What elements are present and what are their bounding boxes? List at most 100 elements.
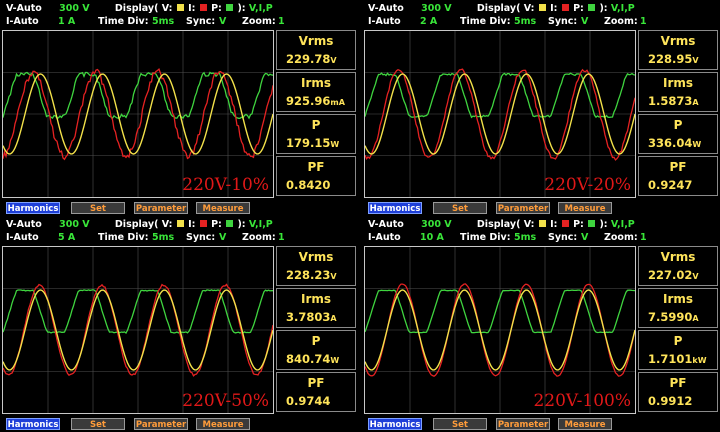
voltage-swatch bbox=[176, 4, 184, 11]
softkey-bar: Harmonics Set Parameter Measure bbox=[0, 200, 358, 216]
pf-box[interactable]: PF 0.9247 bbox=[638, 156, 718, 196]
irms-name: Irms bbox=[300, 76, 332, 90]
power-box[interactable]: P 179.15W bbox=[276, 114, 356, 154]
time-div-value[interactable]: 5ms bbox=[514, 15, 536, 29]
vrms-unit: V bbox=[692, 272, 699, 281]
zoom-value[interactable]: 1 bbox=[640, 15, 647, 29]
current-swatch bbox=[199, 220, 207, 227]
vrms-unit: V bbox=[692, 56, 699, 65]
irms-name: Irms bbox=[300, 292, 332, 306]
sync-value[interactable]: V bbox=[581, 231, 588, 245]
v-range-value[interactable]: 300 V bbox=[421, 3, 452, 14]
pf-box[interactable]: PF 0.9912 bbox=[638, 372, 718, 412]
waveform-display[interactable]: 220V-100% bbox=[364, 246, 636, 414]
power-unit: kW bbox=[692, 356, 707, 365]
time-div-label: Time Div: bbox=[98, 16, 149, 27]
waveform-display[interactable]: 220V-20% bbox=[364, 30, 636, 198]
panel-header: V-Auto 300 V Display( V: I: P: ): V,I,P … bbox=[362, 0, 720, 30]
display-channels[interactable]: V,I,P bbox=[611, 3, 635, 14]
load-condition-label: 220V-50% bbox=[182, 391, 269, 411]
time-div-value[interactable]: 5ms bbox=[152, 15, 174, 29]
measure-button[interactable]: Measure bbox=[558, 418, 612, 430]
v-range-value[interactable]: 300 V bbox=[59, 3, 90, 14]
vrms-value: 229.78 bbox=[286, 52, 331, 66]
set-button[interactable]: Set bbox=[71, 418, 125, 430]
measure-button[interactable]: Measure bbox=[196, 202, 250, 214]
power-value: 336.04 bbox=[648, 136, 693, 150]
vrms-box[interactable]: Vrms 228.95V bbox=[638, 30, 718, 70]
scope-panel: V-Auto 300 V Display( V: I: P: ): V,I,P … bbox=[362, 216, 720, 432]
irms-box[interactable]: Irms 925.96mA bbox=[276, 72, 356, 112]
load-condition-label: 220V-10% bbox=[182, 175, 269, 195]
irms-value: 3.7803 bbox=[286, 310, 331, 324]
sync-value[interactable]: V bbox=[219, 15, 226, 29]
parameter-button[interactable]: Parameter bbox=[134, 202, 188, 214]
time-div-value[interactable]: 5ms bbox=[514, 231, 536, 245]
display-label: Display( V: bbox=[476, 3, 535, 14]
i-range-value[interactable]: 1 A bbox=[58, 16, 75, 27]
vrms-box[interactable]: Vrms 229.78V bbox=[276, 30, 356, 70]
v-range-label: V-Auto bbox=[368, 3, 404, 14]
parameter-button[interactable]: Parameter bbox=[496, 418, 550, 430]
legend-close: ): bbox=[237, 219, 246, 230]
sync-value[interactable]: V bbox=[219, 231, 226, 245]
load-condition-label: 220V-100% bbox=[533, 391, 631, 411]
irms-unit: A bbox=[692, 98, 699, 107]
waveform-display[interactable]: 220V-10% bbox=[2, 30, 274, 198]
scope-panel: V-Auto 300 V Display( V: I: P: ): V,I,P … bbox=[0, 0, 358, 216]
parameter-button[interactable]: Parameter bbox=[134, 418, 188, 430]
waveform-display[interactable]: 220V-50% bbox=[2, 246, 274, 414]
scope-panel: V-Auto 300 V Display( V: I: P: ): V,I,P … bbox=[0, 216, 358, 432]
vrms-box[interactable]: Vrms 227.02V bbox=[638, 246, 718, 286]
display-label: Display( V: bbox=[114, 219, 173, 230]
zoom-value[interactable]: 1 bbox=[278, 15, 285, 29]
irms-box[interactable]: Irms 1.5873A bbox=[638, 72, 718, 112]
set-button[interactable]: Set bbox=[71, 202, 125, 214]
harmonics-button[interactable]: Harmonics bbox=[368, 418, 422, 430]
harmonics-button[interactable]: Harmonics bbox=[368, 202, 422, 214]
display-channels[interactable]: V,I,P bbox=[249, 219, 273, 230]
zoom-value[interactable]: 1 bbox=[278, 231, 285, 245]
display-channels[interactable]: V,I,P bbox=[611, 219, 635, 230]
zoom-label: Zoom: bbox=[604, 232, 638, 243]
sync-label: Sync: bbox=[186, 16, 216, 27]
v-range-value[interactable]: 300 V bbox=[59, 219, 90, 230]
power-value: 840.74 bbox=[286, 352, 331, 366]
irms-box[interactable]: Irms 7.5990A bbox=[638, 288, 718, 328]
harmonics-button[interactable]: Harmonics bbox=[6, 418, 60, 430]
power-box[interactable]: P 840.74W bbox=[276, 330, 356, 370]
power-box[interactable]: P 1.7101kW bbox=[638, 330, 718, 370]
pf-value: 0.8420 bbox=[286, 178, 331, 192]
i-range-value[interactable]: 5 A bbox=[58, 232, 75, 243]
measure-button[interactable]: Measure bbox=[558, 202, 612, 214]
current-legend-label: I: bbox=[550, 219, 558, 230]
power-box[interactable]: P 336.04W bbox=[638, 114, 718, 154]
pf-box[interactable]: PF 0.9744 bbox=[276, 372, 356, 412]
v-range-value[interactable]: 300 V bbox=[421, 219, 452, 230]
pf-name: PF bbox=[307, 376, 325, 390]
set-button[interactable]: Set bbox=[433, 202, 487, 214]
time-div-value[interactable]: 5ms bbox=[152, 231, 174, 245]
i-range-value[interactable]: 2 A bbox=[420, 16, 437, 27]
pf-name: PF bbox=[307, 160, 325, 174]
irms-box[interactable]: Irms 3.7803A bbox=[276, 288, 356, 328]
pf-name: PF bbox=[669, 160, 687, 174]
power-unit: W bbox=[330, 356, 340, 365]
v-range-label: V-Auto bbox=[368, 219, 404, 230]
measure-button[interactable]: Measure bbox=[196, 418, 250, 430]
harmonics-button[interactable]: Harmonics bbox=[6, 202, 60, 214]
current-legend-label: I: bbox=[550, 3, 558, 14]
display-channels[interactable]: V,I,P bbox=[249, 3, 273, 14]
irms-name: Irms bbox=[662, 292, 694, 306]
zoom-label: Zoom: bbox=[242, 16, 276, 27]
sync-label: Sync: bbox=[548, 16, 578, 27]
sync-value[interactable]: V bbox=[581, 15, 588, 29]
zoom-value[interactable]: 1 bbox=[640, 231, 647, 245]
pf-value: 0.9744 bbox=[286, 394, 331, 408]
set-button[interactable]: Set bbox=[433, 418, 487, 430]
vrms-box[interactable]: Vrms 228.23V bbox=[276, 246, 356, 286]
parameter-button[interactable]: Parameter bbox=[496, 202, 550, 214]
i-range-value[interactable]: 10 A bbox=[420, 232, 444, 243]
vrms-unit: V bbox=[330, 56, 337, 65]
pf-box[interactable]: PF 0.8420 bbox=[276, 156, 356, 196]
